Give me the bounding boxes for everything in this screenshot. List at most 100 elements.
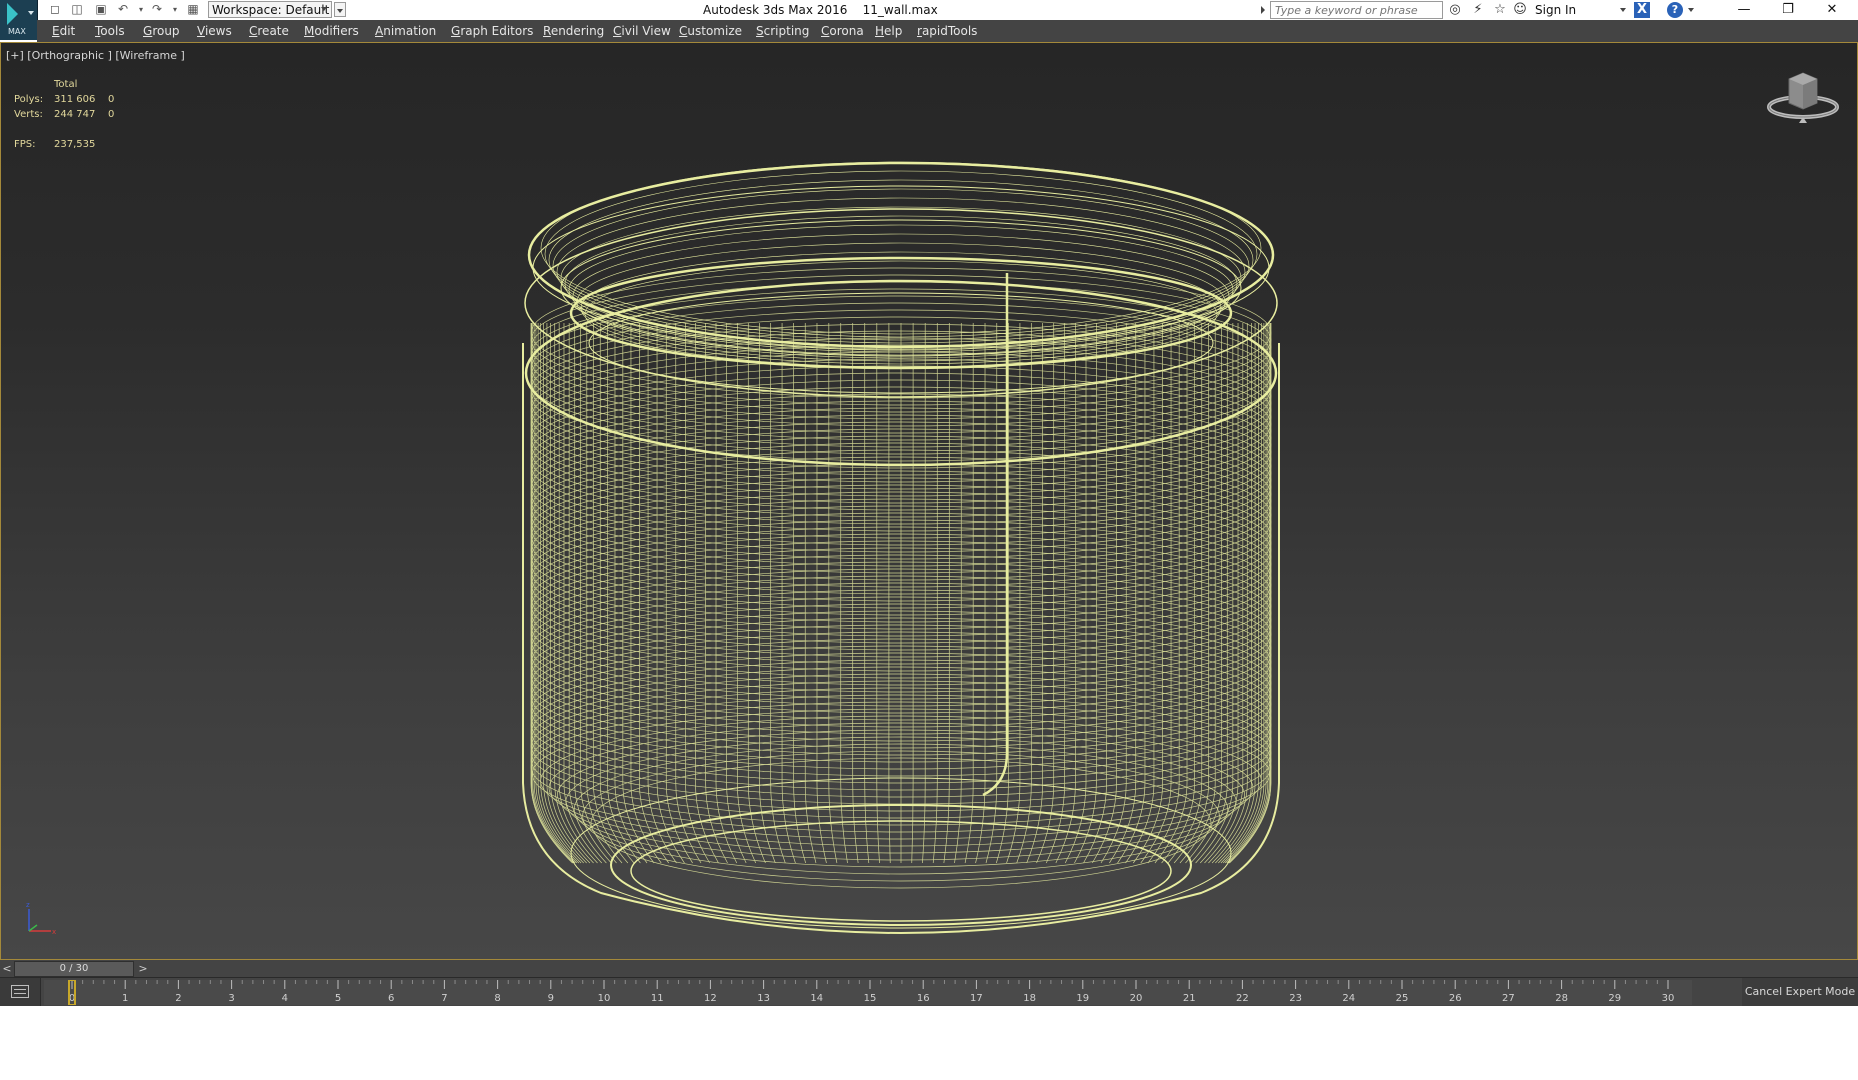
track-frame-label: 3 [228,993,234,1004]
track-frame-label: 4 [282,993,288,1004]
time-slider-prev-button[interactable]: < [0,960,14,978]
redo-dropdown-icon[interactable]: ▾ [168,3,182,16]
sign-in-button[interactable]: Sign In [1535,2,1576,18]
track-frame-label: 2 [175,993,181,1004]
track-frame-label: 15 [864,993,877,1004]
menu-help[interactable]: Help [875,24,902,38]
track-frame-label: 9 [548,993,554,1004]
file-name: 11_wall.max [862,3,938,17]
time-slider-next-button[interactable]: > [136,960,150,978]
perspective-viewport[interactable]: [+] [Orthographic ] [Wireframe ] Total P… [0,42,1858,960]
mini-curve-editor-button[interactable] [0,978,41,1006]
chevron-down-icon[interactable] [1688,8,1694,12]
redo-icon[interactable]: ↷ [150,3,164,16]
time-slider[interactable]: < 0 / 30 > [0,960,1858,978]
window-title: Autodesk 3ds Max 2016 11_wall.max [703,3,938,17]
undo-icon[interactable]: ↶ [116,3,130,16]
track-frame-label: 21 [1183,993,1196,1004]
stats-verts-selected: 0 [108,109,115,120]
new-file-icon[interactable]: ◻ [48,3,62,16]
undo-dropdown-icon[interactable]: ▾ [134,3,148,16]
axis-x-label: x [52,928,56,936]
stats-fps-value: 237,535 [54,139,96,150]
search-input[interactable] [1270,1,1443,19]
viewport-label-menu[interactable]: [+] [Orthographic ] [Wireframe ] [6,49,185,62]
quick-access-customize-button[interactable] [334,2,346,17]
track-frame-label: 29 [1608,993,1621,1004]
menu-create[interactable]: Create [249,24,289,38]
track-frame-label: 14 [810,993,823,1004]
track-frame-label: 26 [1449,993,1462,1004]
chevron-down-icon [28,11,34,15]
track-frame-label: 17 [970,993,983,1004]
project-folder-icon[interactable]: ▦ [186,3,200,16]
stats-total-label: Total [54,79,78,90]
workspace-label: Workspace: Default [212,3,330,17]
app-title: Autodesk 3ds Max 2016 [703,3,848,17]
open-file-icon[interactable]: ◫ [70,3,84,16]
menu-edit[interactable]: Edit [52,24,75,38]
stats-polys-selected: 0 [108,94,115,105]
track-frame-label: 24 [1342,993,1355,1004]
wire-seam [982,273,1009,797]
viewcube-icon[interactable] [1763,65,1843,123]
track-bar-ruler[interactable]: 0 1 2 3 4 5 6 7 8 9 10 11 12 13 14 15 16 17 18 19 20 21 22 23 24… [44,980,1692,1005]
track-frame-label: 11 [651,993,664,1004]
track-frame-label: 6 [388,993,394,1004]
menu-rapidtools[interactable]: rapidTools [917,24,977,38]
menu-civil-view[interactable]: Civil View [613,24,671,38]
track-frame-label: 8 [494,993,500,1004]
binoculars-icon[interactable]: ◎ [1447,2,1463,18]
stats-verts-label: Verts: [14,109,43,120]
menu-views[interactable]: Views [197,24,232,38]
track-frame-label: 20 [1130,993,1143,1004]
menu-corona[interactable]: Corona [821,24,864,38]
track-frame-label: 10 [598,993,611,1004]
menu-scripting[interactable]: Scripting [756,24,809,38]
stats-polys-total: 311 606 [54,94,96,105]
search-expand-toggle[interactable] [1260,3,1266,17]
menu-customize[interactable]: Customize [679,24,742,38]
minimize-button[interactable]: — [1722,0,1766,20]
menu-modifiers[interactable]: Modifiers [304,24,359,38]
user-icon: ☺ [1513,2,1527,17]
track-frame-label: 7 [441,993,447,1004]
favorites-star-icon[interactable]: ☆ [1492,2,1508,18]
workspace-dropdown[interactable]: Workspace: Default [208,1,332,18]
app-menu-button[interactable]: MAX [0,0,38,40]
track-frame-label: 13 [757,993,770,1004]
communication-center-icon[interactable]: ⚡ [1470,2,1486,18]
stats-fps-label: FPS: [14,139,36,150]
exchange-apps-icon[interactable]: X [1634,2,1650,18]
help-icon[interactable]: ? [1667,2,1683,18]
curve-editor-icon [11,985,29,998]
menu-bar: Edit Tools Group Views Create Modifiers … [37,20,1858,42]
chevron-down-icon [321,7,327,11]
track-frame-label: 1 [122,993,128,1004]
menu-rendering[interactable]: Rendering [543,24,604,38]
menu-graph-editors[interactable]: Graph Editors [451,24,533,38]
track-frame-label: 18 [1023,993,1036,1004]
menu-tools[interactable]: Tools [95,24,125,38]
time-slider-thumb[interactable]: 0 / 30 [14,961,134,977]
track-bar: 0 1 2 3 4 5 6 7 8 9 10 11 12 13 14 15 16 17 18 19 20 21 22 23 24… [0,978,1858,1006]
restore-button[interactable]: ❐ [1766,0,1810,20]
track-frame-label: 25 [1396,993,1409,1004]
track-frame-label: 12 [704,993,717,1004]
track-frame-label: 22 [1236,993,1249,1004]
track-frame-label: 27 [1502,993,1515,1004]
stats-verts-total: 244 747 [54,109,96,120]
save-file-icon[interactable]: ▣ [94,3,108,16]
axis-tripod-icon: z x [26,901,56,936]
menu-group[interactable]: Group [143,24,180,38]
close-button[interactable]: ✕ [1810,0,1854,20]
wireframe-mesh [522,161,1280,934]
stats-polys-label: Polys: [14,94,44,105]
app-logo-text: MAX [8,27,26,36]
track-frame-label: 19 [1076,993,1089,1004]
cancel-expert-mode-button[interactable]: Cancel Expert Mode [1742,978,1858,1006]
track-frame-label: 23 [1289,993,1302,1004]
menu-animation[interactable]: Animation [375,24,436,38]
chevron-down-icon[interactable] [1620,8,1626,12]
axis-z-label: z [26,901,30,909]
